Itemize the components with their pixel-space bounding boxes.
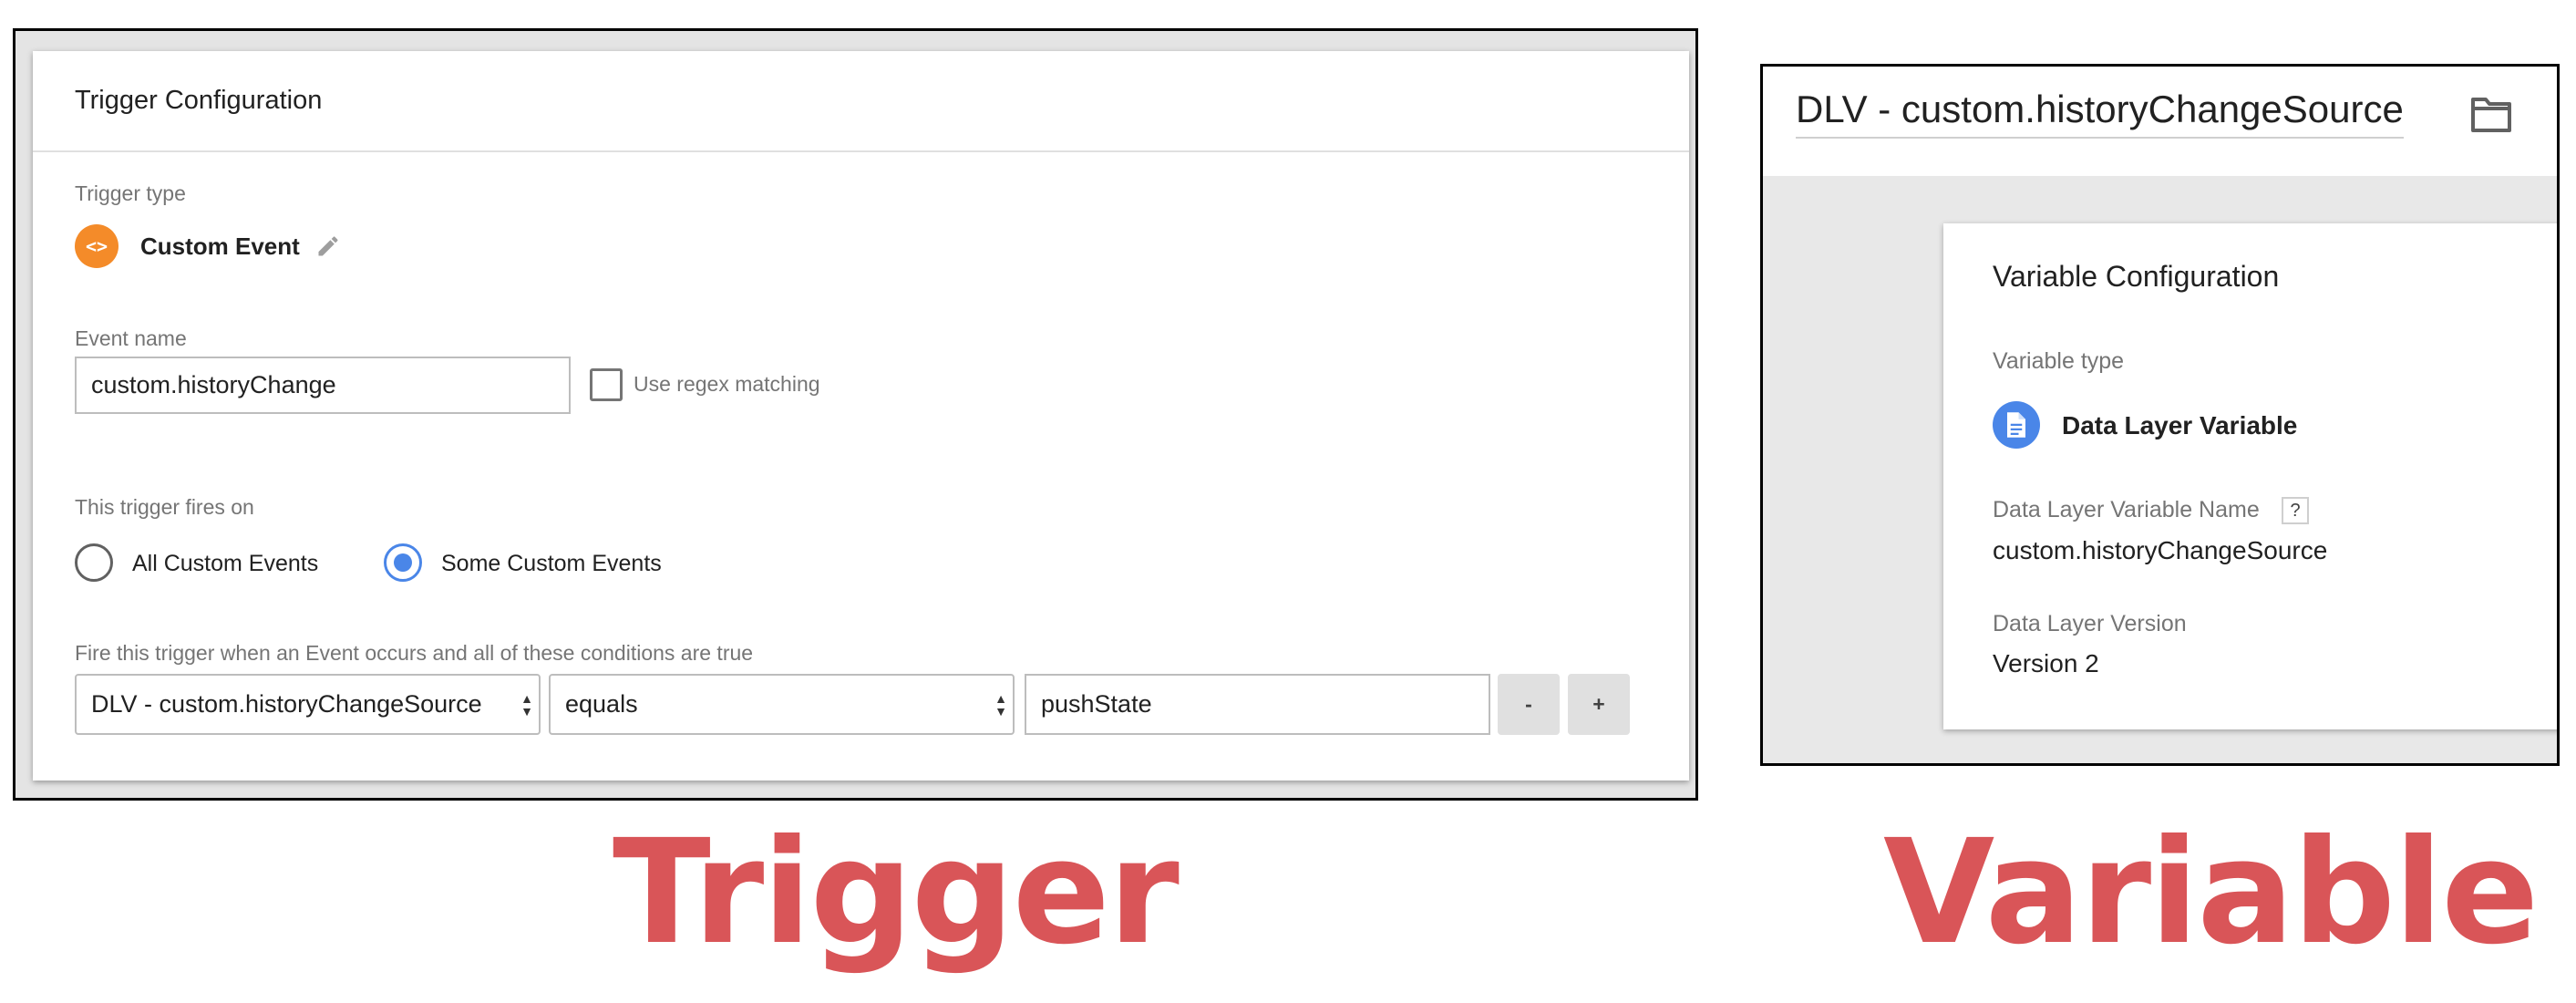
card-header: Trigger Configuration: [33, 51, 1689, 152]
variable-type-name: Data Layer Variable: [2062, 411, 2298, 439]
remove-condition-button[interactable]: -: [1498, 674, 1560, 735]
radio-all-custom-events[interactable]: [75, 543, 113, 582]
document-icon: [1993, 401, 2040, 449]
variable-name-title[interactable]: DLV - custom.historyChangeSource: [1796, 88, 2404, 139]
fires-on-label: This trigger fires on: [75, 495, 254, 519]
variable-screenshot-frame: DLV - custom.historyChangeSource Variabl…: [1760, 64, 2560, 766]
select-updown-icon: ▲ ▼: [520, 690, 533, 719]
trigger-type-label: Trigger type: [75, 181, 186, 205]
condition-variable-value: DLV - custom.historyChangeSource: [91, 690, 482, 718]
condition-value-input[interactable]: pushState: [1025, 674, 1490, 735]
condition-operator-select[interactable]: equals ▲ ▼: [549, 674, 1015, 735]
custom-event-code-icon: <>: [75, 224, 118, 268]
card-title: Variable Configuration: [1993, 260, 2280, 293]
event-name-label: Event name: [75, 326, 187, 350]
card-title: Trigger Configuration: [75, 86, 323, 115]
radio-some-custom-events[interactable]: [384, 543, 422, 582]
event-name-input[interactable]: custom.historyChange: [75, 357, 571, 414]
dlv-version-value: Version 2: [1993, 649, 2099, 677]
add-condition-button[interactable]: +: [1568, 674, 1630, 735]
select-updown-icon: ▲ ▼: [994, 690, 1007, 719]
edit-pencil-icon[interactable]: [315, 233, 341, 259]
condition-operator-value: equals: [565, 690, 638, 718]
dlv-name-label: Data Layer Variable Name: [1993, 497, 2260, 522]
folder-icon[interactable]: [2469, 94, 2513, 134]
variable-header: DLV - custom.historyChangeSource: [1763, 67, 2557, 176]
variable-configuration-card: Variable Configuration Variable type Dat…: [1943, 223, 2557, 729]
radio-some-custom-events-label: Some Custom Events: [441, 551, 662, 576]
trigger-type-name: Custom Event: [140, 233, 300, 260]
radio-all-custom-events-label: All Custom Events: [132, 551, 319, 576]
trigger-configuration-card: Trigger Configuration Trigger type <> Cu…: [33, 51, 1689, 781]
caption-trigger: Trigger: [613, 809, 1180, 977]
dlv-version-label: Data Layer Version: [1993, 611, 2187, 636]
condition-label: Fire this trigger when an Event occurs a…: [75, 641, 754, 665]
condition-variable-select[interactable]: DLV - custom.historyChangeSource ▲ ▼: [75, 674, 541, 735]
help-icon[interactable]: ?: [2282, 497, 2309, 524]
caption-variable: Variable: [1883, 809, 2539, 977]
trigger-screenshot-frame: Trigger Configuration Trigger type <> Cu…: [13, 28, 1698, 801]
dlv-name-value: custom.historyChangeSource: [1993, 536, 2328, 564]
variable-type-label: Variable type: [1993, 348, 2125, 374]
regex-checkbox-label: Use regex matching: [634, 372, 820, 396]
regex-checkbox[interactable]: [590, 368, 623, 401]
